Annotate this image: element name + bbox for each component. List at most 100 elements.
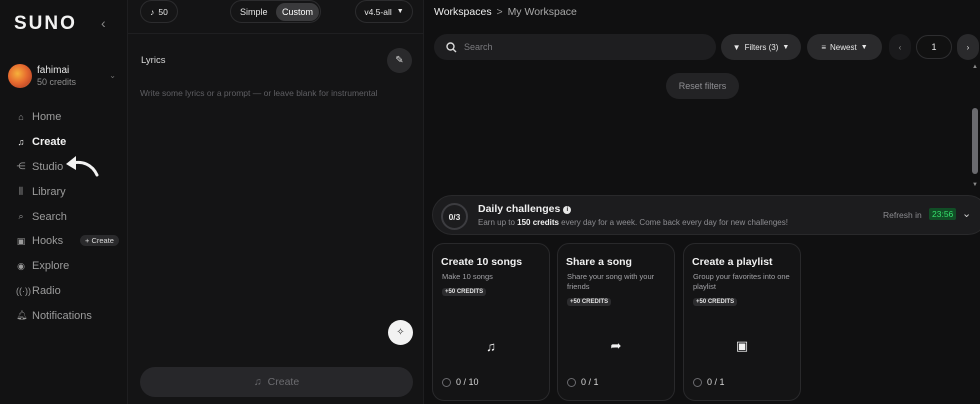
model-select-value: v4.5-all — [364, 6, 392, 17]
sort-icon: ≡ — [821, 42, 827, 52]
bell-icon: 🔔︎ — [16, 310, 28, 321]
challenge-reward-badge: +50 CREDITS — [567, 298, 612, 306]
user-profile[interactable]: fahimai 50 credits ⌄ — [8, 64, 120, 90]
refresh-label: Refresh in — [883, 210, 922, 220]
sidebar-item-hooks[interactable]: ▣ Hooks + Create — [0, 229, 128, 254]
challenge-card-create-songs[interactable]: Create 10 songs Make 10 songs +50 CREDIT… — [432, 243, 550, 401]
studio-icon: ⋲ — [16, 161, 26, 172]
sidebar-item-label: Home — [32, 111, 62, 124]
progress-circle-icon — [567, 377, 576, 387]
magic-wand-icon[interactable]: ✎ — [387, 48, 412, 73]
search-input[interactable] — [464, 42, 694, 52]
hooks-create-button[interactable]: + Create — [80, 234, 119, 246]
radio-icon: ((·)) — [16, 285, 31, 296]
daily-challenges-title: Daily challenges i — [478, 203, 572, 215]
sidebar-item-search[interactable]: ⌕ Search — [0, 204, 128, 229]
breadcrumb-separator: > — [496, 6, 503, 18]
challenge-progress: 0 / 1 — [693, 377, 725, 387]
sort-label: Newest — [830, 42, 857, 52]
mode-toggle: Simple Custom — [230, 0, 321, 23]
filters-button[interactable]: ▼ Filters (3) ▼ — [721, 34, 801, 60]
sidebar-item-library[interactable]: ⫼ Library — [0, 179, 128, 204]
music-note-icon: ♫ — [17, 137, 25, 148]
chevron-down-icon: ▼ — [860, 43, 868, 51]
scrollbar[interactable]: ▲ ▼ — [971, 64, 979, 188]
challenge-progress: 0 / 1 — [567, 377, 599, 387]
chevron-right-icon: › — [966, 42, 970, 52]
challenge-progress-ring: 0/3 — [441, 203, 468, 230]
hooks-icon: ▣ — [16, 235, 26, 246]
sidebar-item-label: Search — [32, 210, 67, 223]
search-bar[interactable] — [434, 34, 716, 60]
sidebar: SUNO ‹ fahimai 50 credits ⌄ ⌂ Home ♫ Cre… — [0, 0, 128, 404]
sparkle-icon[interactable]: ✧ — [388, 320, 413, 345]
challenge-description: Make 10 songs — [442, 272, 493, 281]
credits-pill[interactable]: ♪ 50 — [140, 0, 178, 23]
music-note-icon: ♫ — [253, 376, 262, 388]
sidebar-item-label: Notifications — [32, 309, 92, 322]
challenge-progress-text: 0 / 1 — [707, 377, 725, 387]
model-select[interactable]: v4.5-all ▼ — [355, 0, 413, 23]
share-icon: ➦ — [610, 338, 622, 353]
lyrics-label: Lyrics — [141, 55, 166, 66]
challenge-title: Share a song — [566, 256, 632, 268]
prev-page-button[interactable]: ‹ — [889, 34, 911, 60]
sort-button[interactable]: ≡ Newest ▼ — [807, 34, 882, 60]
info-icon[interactable]: i — [563, 206, 572, 214]
breadcrumb: Workspaces > My Workspace — [434, 6, 577, 18]
challenge-title: Create 10 songs — [441, 256, 523, 268]
scroll-down-icon[interactable]: ▼ — [971, 182, 979, 188]
next-page-button[interactable]: › — [957, 34, 979, 60]
create-button[interactable]: ♫ Create — [140, 367, 413, 397]
suno-logo[interactable]: SUNO — [14, 13, 77, 35]
chevron-down-icon: ⌄ — [109, 71, 116, 80]
workspace-panel: Workspaces > My Workspace ▼ Filters (3) … — [424, 0, 980, 404]
daily-challenges-title-text: Daily challenges — [478, 203, 561, 215]
challenge-title: Create a playlist — [692, 256, 773, 268]
challenge-progress-text: 0 / 10 — [456, 377, 479, 387]
filters-label: Filters (3) — [744, 42, 779, 52]
reset-filters-button[interactable]: Reset filters — [666, 73, 739, 99]
scroll-up-icon[interactable]: ▲ — [971, 64, 979, 70]
chevron-down-icon[interactable]: ⌄ — [962, 207, 971, 220]
challenge-card-create-playlist[interactable]: Create a playlist Group your favorites i… — [683, 243, 801, 401]
daily-challenges-bar[interactable]: 0/3 Daily challenges i Earn up to 150 cre… — [432, 195, 980, 235]
search-icon: ⌕ — [18, 211, 24, 222]
create-button-label: Create — [267, 376, 300, 388]
chevron-left-icon: ‹ — [898, 42, 902, 52]
subtitle-suffix: every day for a week. Come back every da… — [558, 218, 788, 227]
sidebar-item-explore[interactable]: ◉ Explore — [0, 254, 128, 279]
user-credits: 50 credits — [37, 77, 77, 87]
challenge-description: Share your song with your friends — [567, 272, 655, 291]
sidebar-item-create[interactable]: ♫ Create — [0, 130, 128, 155]
sidebar-item-label: Studio — [32, 160, 64, 173]
challenge-reward-badge: +50 CREDITS — [693, 298, 738, 306]
progress-circle-icon — [693, 377, 702, 387]
lyrics-input[interactable]: Write some lyrics or a prompt — or leave… — [140, 88, 377, 98]
mode-custom-button[interactable]: Custom — [276, 3, 320, 21]
challenge-description: Group your favorites into one playlist — [693, 272, 790, 291]
breadcrumb-current: My Workspace — [507, 6, 577, 18]
mode-simple-button[interactable]: Simple — [234, 3, 274, 21]
sidebar-item-home[interactable]: ⌂ Home — [0, 105, 128, 130]
create-topbar: ♪ 50 Simple Custom v4.5-all ▼ — [128, 0, 424, 34]
sidebar-nav: ⌂ Home ♫ Create ⋲ Studio ⫼ Library ⌕ Sea… — [0, 105, 128, 328]
sidebar-item-label: Library — [32, 185, 66, 198]
collapse-sidebar-icon[interactable]: ‹ — [101, 15, 106, 31]
subtitle-credits: 150 credits — [517, 218, 559, 227]
scrollbar-thumb[interactable] — [972, 108, 978, 174]
filter-icon: ▼ — [732, 42, 741, 52]
credits-pill-value: 50 — [158, 6, 168, 17]
chevron-down-icon: ▼ — [396, 8, 404, 15]
page-number-input[interactable]: 1 — [916, 35, 952, 59]
breadcrumb-workspaces[interactable]: Workspaces — [434, 6, 492, 18]
challenge-progress-text: 0 / 1 — [581, 377, 599, 387]
pointer-arrow-icon — [66, 156, 99, 177]
explore-icon: ◉ — [17, 260, 25, 271]
sidebar-item-notifications[interactable]: 🔔︎ Notifications — [0, 303, 128, 328]
sidebar-item-radio[interactable]: ((·)) Radio — [0, 279, 128, 304]
daily-challenges-subtitle: Earn up to 150 credits every day for a w… — [478, 218, 788, 227]
challenge-card-share-song[interactable]: Share a song Share your song with your f… — [557, 243, 675, 401]
subtitle-prefix: Earn up to — [478, 218, 518, 227]
chevron-down-icon: ▼ — [782, 43, 790, 51]
